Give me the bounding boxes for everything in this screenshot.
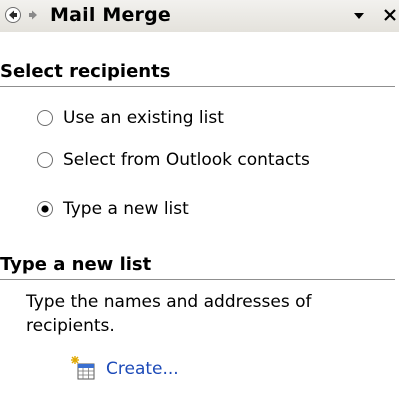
radio-use-existing-list[interactable]: Use an existing list — [36, 105, 224, 131]
radio-label: Type a new list — [63, 199, 189, 219]
section-description: Type the names and addresses of recipien… — [26, 292, 312, 336]
dropdown-triangle-icon[interactable] — [352, 8, 366, 22]
section-header-select-recipients: Select recipients — [0, 61, 171, 82]
close-icon[interactable] — [381, 6, 399, 24]
radio-label: Select from Outlook contacts — [63, 150, 310, 170]
radio-select-outlook-contacts[interactable]: Select from Outlook contacts — [36, 147, 310, 173]
task-pane-titlebar: Mail Merge — [0, 0, 399, 32]
section-divider — [0, 86, 395, 87]
radio-type-new-list[interactable]: Type a new list — [36, 196, 189, 222]
pane-title: Mail Merge — [50, 4, 172, 26]
radio-button-icon[interactable] — [36, 109, 54, 127]
new-table-sparkle-icon[interactable] — [70, 355, 98, 383]
radio-button-icon[interactable] — [36, 151, 54, 169]
create-link-label[interactable]: Create... — [106, 358, 179, 380]
create-link[interactable]: Create... — [70, 354, 179, 384]
forward-arrow-icon[interactable] — [24, 6, 42, 24]
back-arrow-icon[interactable] — [4, 6, 22, 24]
radio-label: Use an existing list — [63, 108, 224, 128]
section-header-type-new-list: Type a new list — [0, 254, 152, 275]
section-divider — [0, 279, 395, 280]
radio-button-selected-icon[interactable] — [36, 200, 54, 218]
